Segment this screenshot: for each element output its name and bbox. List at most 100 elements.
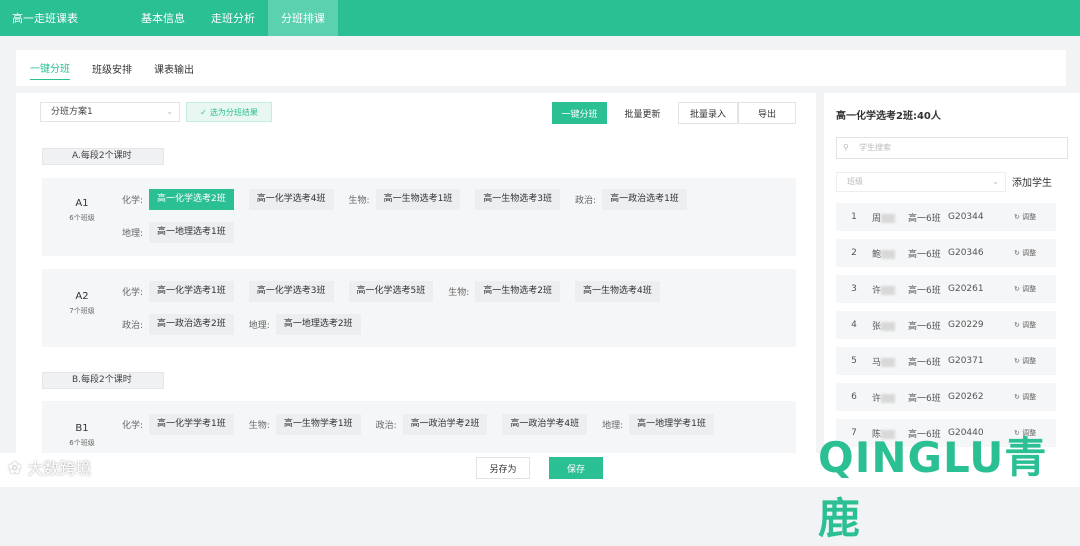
student-name: 马 [872, 355, 908, 368]
class-chip[interactable]: 高一化学选考1班 [149, 281, 234, 302]
plan-select[interactable]: 分班方案1 ⌄ [40, 102, 180, 122]
class-chip[interactable]: 高一化学选考5班 [348, 281, 434, 302]
class-chip[interactable]: 高一生物选考3班 [475, 189, 561, 210]
refresh-icon: ↻ [1014, 285, 1020, 293]
student-surname: 周 [872, 213, 882, 224]
save-as-button[interactable]: 另存为 [476, 457, 530, 479]
class-chip[interactable]: 高一化学选考4班 [248, 189, 334, 210]
student-class: 高一6班 [908, 249, 941, 260]
student-id: G20229 [948, 320, 984, 330]
adjust-button[interactable]: ↻ 调整 [1014, 248, 1036, 258]
student-row: 3 许 高一6班 G20261 ↻ 调整 [836, 275, 1056, 303]
adjust-label: 调整 [1022, 249, 1037, 257]
student-id: G20261 [948, 284, 984, 294]
class-chip[interactable]: 高一地理学考1班 [629, 414, 714, 435]
class-chip[interactable]: 高一生物选考4班 [575, 281, 660, 302]
adjust-button[interactable]: ↻ 调整 [1014, 284, 1036, 294]
student-name: 鲍 [872, 247, 908, 260]
subject-label: 化学: [122, 196, 144, 206]
class-chip[interactable]: 高一政治学考4班 [502, 414, 588, 435]
student-class: 高一6班 [908, 213, 941, 224]
class-filter-select[interactable]: 班级 ⌄ [836, 172, 1006, 192]
tab-class-arrangement[interactable]: 班级安排 [92, 57, 132, 80]
subject-label: 地理: [248, 321, 270, 331]
group-row: 化学: 高一化学选考2班 高一化学选考4班 生物: 高一生物选考1班 高一生物选… [122, 189, 702, 210]
subject-label: 生物: [348, 196, 370, 206]
sub-tabs: 一键分班 班级安排 课表输出 [16, 50, 1066, 86]
student-name: 许 [872, 391, 908, 404]
student-search-input[interactable]: ⚲ 学生搜索 [836, 137, 1068, 159]
student-surname: 许 [872, 393, 882, 404]
student-row: 1 周 高一6班 G20344 ↻ 调整 [836, 203, 1056, 231]
adjust-label: 调整 [1022, 321, 1037, 329]
adjust-button[interactable]: ↻ 调整 [1014, 392, 1036, 402]
search-icon: ⚲ [843, 143, 849, 152]
group-name: B1 [75, 423, 89, 434]
student-surname: 鲍 [872, 249, 882, 260]
nav-class-analysis[interactable]: 走班分析 [198, 0, 268, 36]
subject-label: 政治: [122, 321, 144, 331]
name-blur [881, 213, 896, 223]
student-surname: 许 [872, 285, 882, 296]
batch-update-button[interactable]: 批量更新 [615, 102, 670, 124]
group-row: 地理: 高一地理选考1班 [122, 222, 249, 243]
toolbar: 分班方案1 ⌄ ✓ 选为分班结果 一键分班 批量更新 批量录入 导出 [16, 93, 816, 131]
group-class-count: 6个班级 [69, 214, 95, 222]
class-chip[interactable]: 高一生物选考1班 [375, 189, 461, 210]
adjust-button[interactable]: ↻ 调整 [1014, 320, 1036, 330]
tab-auto-assign[interactable]: 一键分班 [30, 56, 70, 80]
save-button[interactable]: 保存 [549, 457, 603, 479]
class-chip[interactable]: 高一生物学考1班 [275, 414, 361, 435]
group-row: 化学: 高一化学学考1班 生物: 高一生物学考1班 政治: 高一政治学考2班 高… [122, 414, 729, 435]
student-surname: 马 [872, 357, 882, 368]
adjust-button[interactable]: ↻ 调整 [1014, 212, 1036, 222]
student-name: 许 [872, 283, 908, 296]
section-label-b: B.每段2个课时 [42, 372, 164, 389]
student-name: 周 [872, 211, 908, 224]
section-label-a: A.每段2个课时 [42, 148, 164, 165]
class-chip[interactable]: 高一地理选考1班 [149, 222, 234, 243]
subject-label: 化学: [122, 421, 144, 431]
student-no: 3 [851, 284, 857, 294]
group-class-count: 6个班级 [69, 439, 95, 447]
student-class: 高一6班 [908, 357, 941, 368]
subject-label: 地理: [602, 421, 624, 431]
group-row: 政治: 高一政治选考2班 地理: 高一地理选考2班 [122, 314, 376, 335]
nav-basic-info[interactable]: 基本信息 [128, 0, 198, 36]
batch-input-button[interactable]: 批量录入 [678, 102, 738, 124]
refresh-icon: ↻ [1014, 357, 1020, 365]
class-chip[interactable]: 高一生物选考2班 [475, 281, 561, 302]
add-student-button[interactable]: 添加学生 [1012, 174, 1052, 189]
chevron-down-icon: ⌄ [166, 107, 173, 116]
name-blur [881, 285, 896, 295]
name-blur [881, 357, 896, 367]
auto-assign-button[interactable]: 一键分班 [552, 102, 607, 124]
watermark-left: ✿ 大数跨境 [8, 455, 91, 479]
search-placeholder: 学生搜索 [859, 143, 891, 152]
group-id: A2 7个班级 [42, 291, 122, 316]
student-name: 张 [872, 319, 908, 332]
class-chip[interactable]: 高一政治学考2班 [402, 414, 488, 435]
tab-schedule-output[interactable]: 课表输出 [154, 57, 194, 80]
export-button[interactable]: 导出 [738, 102, 796, 124]
class-chip[interactable]: 高一政治选考1班 [602, 189, 687, 210]
class-chip[interactable]: 高一化学选考2班 [149, 189, 234, 210]
student-class: 高一6班 [908, 393, 941, 404]
student-panel: 高一化学选考2班:40人 ⚲ 学生搜索 班级 ⌄ 添加学生 1 周 高一6班 G… [824, 93, 1080, 453]
class-chip[interactable]: 高一化学学考1班 [149, 414, 234, 435]
class-placeholder: 班级 [847, 177, 863, 186]
class-chip[interactable]: 高一地理选考2班 [275, 314, 361, 335]
subject-label: 政治: [375, 421, 397, 431]
top-bar: 高一走班课表 基本信息 走班分析 分班排课 [0, 0, 1080, 36]
subject-label: 化学: [122, 288, 144, 298]
adjust-button[interactable]: ↻ 调整 [1014, 356, 1036, 366]
student-no: 4 [851, 320, 857, 330]
choose-result-button[interactable]: ✓ 选为分班结果 [186, 102, 272, 122]
class-chip[interactable]: 高一政治选考2班 [149, 314, 234, 335]
student-surname: 张 [872, 321, 882, 332]
class-chip[interactable]: 高一化学选考3班 [248, 281, 334, 302]
subject-label: 生物: [248, 421, 270, 431]
check-icon: ✓ [200, 107, 207, 117]
student-no: 1 [851, 212, 857, 222]
nav-class-scheduling[interactable]: 分班排课 [268, 0, 338, 36]
